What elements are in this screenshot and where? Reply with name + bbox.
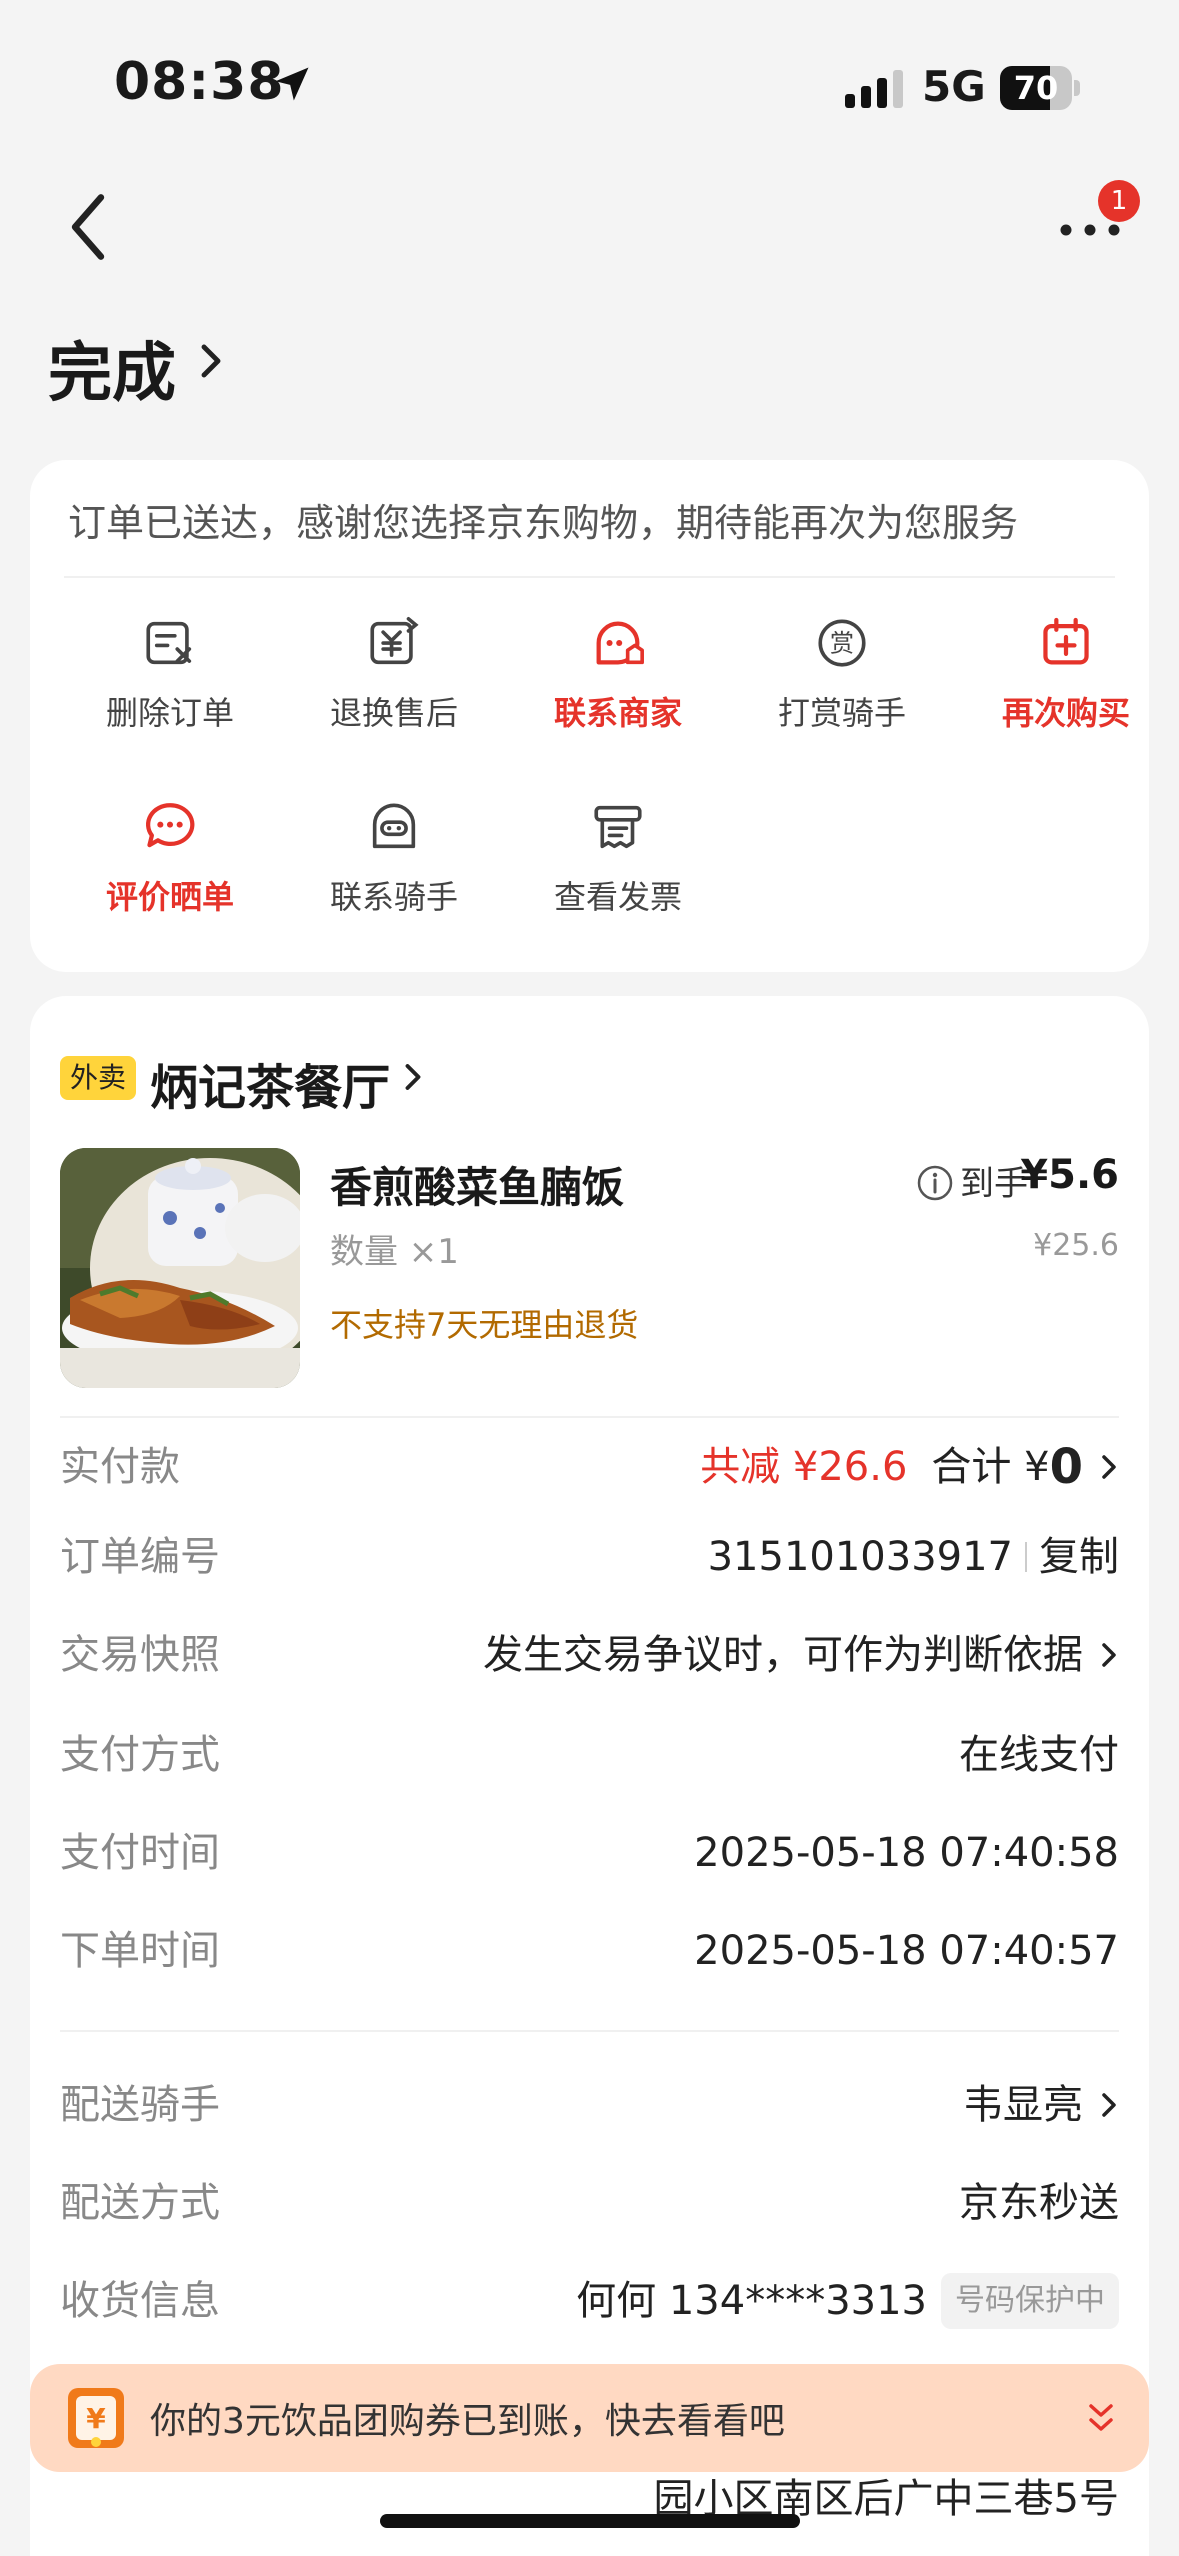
- total-amount: 0: [1049, 1439, 1083, 1495]
- final-price: ¥5.6: [1020, 1152, 1119, 1198]
- delivery-method: 京东秒送: [959, 2180, 1119, 2226]
- title-chevron-icon: [201, 344, 221, 378]
- row-value: 韦显亮: [963, 2070, 1119, 2140]
- review-icon: [146, 803, 195, 848]
- contact-rider-icon: [372, 803, 416, 849]
- cellular-signal-icon: [845, 70, 903, 108]
- back-button[interactable]: [58, 190, 118, 264]
- payment-time-row: 支付时间 2025-05-18 07:40:58: [60, 1818, 1119, 1888]
- action-label: 退换售后: [329, 694, 458, 732]
- coupon-icon: ¥: [68, 2388, 124, 2448]
- review-button[interactable]: 评价晒单: [58, 798, 282, 918]
- row-label: 配送骑手: [60, 2082, 220, 2128]
- status-time: 08:38: [114, 52, 285, 112]
- row-label: 收货信息: [60, 2278, 220, 2324]
- action-label: 再次购买: [1001, 694, 1130, 732]
- row-label: 配送方式: [60, 2180, 220, 2226]
- delivery-method-row: 配送方式 京东秒送: [60, 2168, 1119, 2238]
- product-image[interactable]: [60, 1148, 300, 1388]
- copy-button[interactable]: 复制: [1039, 1522, 1119, 1592]
- action-label: 删除订单: [105, 694, 234, 732]
- order-details-card: 外卖 炳记茶餐厅 香煎酸菜鱼腩饭 数量 ×1 不支持7天无理由退货 到手 ¥5.…: [30, 996, 1149, 2556]
- notification-badge: 1: [1098, 180, 1140, 222]
- row-label: 支付方式: [60, 1732, 220, 1778]
- buy-again-icon: [1043, 617, 1089, 665]
- row-label: 实付款: [60, 1444, 180, 1490]
- row-value: 何何 134****3313 号码保护中: [576, 2266, 1119, 2336]
- original-price: ¥25.6: [1033, 1228, 1119, 1263]
- tip-rider-button[interactable]: 赏 打赏骑手: [730, 614, 954, 734]
- svg-text:赏: 赏: [830, 629, 854, 657]
- shop-name[interactable]: 炳记茶餐厅: [150, 1048, 390, 1118]
- after-sale-icon: [370, 617, 419, 665]
- discount-amount: 共减 ¥26.6: [700, 1444, 908, 1490]
- action-label: 联系骑手: [329, 878, 458, 916]
- snapshot-row[interactable]: 交易快照 发生交易争议时，可作为判断依据: [60, 1620, 1119, 1690]
- expand-chevron-icon[interactable]: [1085, 2398, 1117, 2438]
- paid-amount-row[interactable]: 实付款 共减 ¥26.6 合计 ¥ 0: [60, 1432, 1119, 1502]
- row-value: 发生交易争议时，可作为判断依据: [483, 1620, 1119, 1690]
- order-number-row: 订单编号 315101033917 复制: [60, 1522, 1119, 1592]
- receiver-info: 何何 134****3313: [576, 2278, 927, 2324]
- row-label: 支付时间: [60, 1830, 220, 1876]
- home-indicator[interactable]: [380, 2514, 800, 2528]
- order-type-tag: 外卖: [60, 1056, 137, 1100]
- action-label: 评价晒单: [105, 878, 234, 916]
- divider: [64, 576, 1115, 578]
- action-label: 打赏骑手: [777, 694, 906, 732]
- receiver-row: 收货信息 何何 134****3313 号码保护中: [60, 2266, 1119, 2336]
- delete-order-icon: [146, 621, 192, 665]
- rider-name: 韦显亮: [963, 2082, 1083, 2128]
- divider: [60, 2030, 1119, 2032]
- action-label: 查看发票: [553, 878, 682, 916]
- battery-level: 70: [1013, 69, 1059, 107]
- location-arrow-icon: [275, 67, 309, 101]
- delivery-notice: 订单已送达，感谢您选择京东购物，期待能再次为您服务: [68, 501, 1019, 545]
- row-value: 315101033917 复制: [708, 1522, 1119, 1592]
- buy-again-button[interactable]: 再次购买: [954, 614, 1178, 734]
- row-value: 共减 ¥26.6 合计 ¥ 0: [700, 1432, 1119, 1502]
- divider: [1025, 1542, 1027, 1572]
- network-type: 5G: [922, 62, 986, 111]
- contact-merchant-button[interactable]: 联系商家: [506, 614, 730, 734]
- payment-time: 2025-05-18 07:40:58: [694, 1830, 1119, 1876]
- order-number: 315101033917: [707, 1534, 1013, 1580]
- view-invoice-button[interactable]: 查看发票: [506, 798, 730, 918]
- chevron-right-icon: [1102, 2093, 1116, 2117]
- shop-chevron-icon: [405, 1064, 421, 1090]
- coupon-banner[interactable]: ¥ 你的3元饮品团购券已到账，快去看看吧: [30, 2364, 1149, 2472]
- divider: [60, 1416, 1119, 1418]
- item-quantity: 数量 ×1: [330, 1232, 459, 1272]
- chevron-right-icon: [1102, 1643, 1116, 1667]
- order-time-row: 下单时间 2025-05-18 07:40:57: [60, 1916, 1119, 1986]
- number-protection-tag: 号码保护中: [941, 2273, 1119, 2329]
- banner-text: 你的3元饮品团购券已到账，快去看看吧: [150, 2401, 785, 2442]
- snapshot-value: 发生交易争议时，可作为判断依据: [483, 1632, 1083, 1678]
- row-label: 交易快照: [60, 1632, 220, 1678]
- row-label: 下单时间: [60, 1928, 220, 1974]
- invoice-icon: [594, 805, 642, 849]
- payment-method: 在线支付: [959, 1732, 1119, 1778]
- order-time: 2025-05-18 07:40:57: [694, 1928, 1119, 1974]
- payment-method-row: 支付方式 在线支付: [60, 1720, 1119, 1790]
- battery-icon: 70: [1000, 66, 1080, 110]
- status-bar: 08:38 5G 70: [0, 0, 1179, 150]
- svg-text:¥: ¥: [86, 2402, 106, 2435]
- contact-merchant-icon: [596, 621, 644, 665]
- row-label: 订单编号: [60, 1534, 220, 1580]
- item-name[interactable]: 香煎酸菜鱼腩饭: [330, 1154, 624, 1215]
- order-actions-card: 订单已送达，感谢您选择京东购物，期待能再次为您服务 删除订单 退换售后 联系商家…: [30, 460, 1149, 972]
- info-icon[interactable]: [916, 1164, 954, 1202]
- tip-rider-icon: 赏: [818, 619, 866, 667]
- total-label: 合计 ¥: [931, 1444, 1050, 1490]
- contact-rider-button[interactable]: 联系骑手: [282, 798, 506, 918]
- page-title[interactable]: 完成: [48, 322, 176, 414]
- delete-order-button[interactable]: 删除订单: [58, 614, 282, 734]
- price-label: 到手: [960, 1164, 1028, 1204]
- chevron-right-icon: [1102, 1455, 1116, 1479]
- return-policy: 不支持7天无理由退货: [330, 1306, 639, 1344]
- rider-row[interactable]: 配送骑手 韦显亮: [60, 2070, 1119, 2140]
- after-sale-button[interactable]: 退换售后: [282, 614, 506, 734]
- action-label: 联系商家: [553, 694, 682, 732]
